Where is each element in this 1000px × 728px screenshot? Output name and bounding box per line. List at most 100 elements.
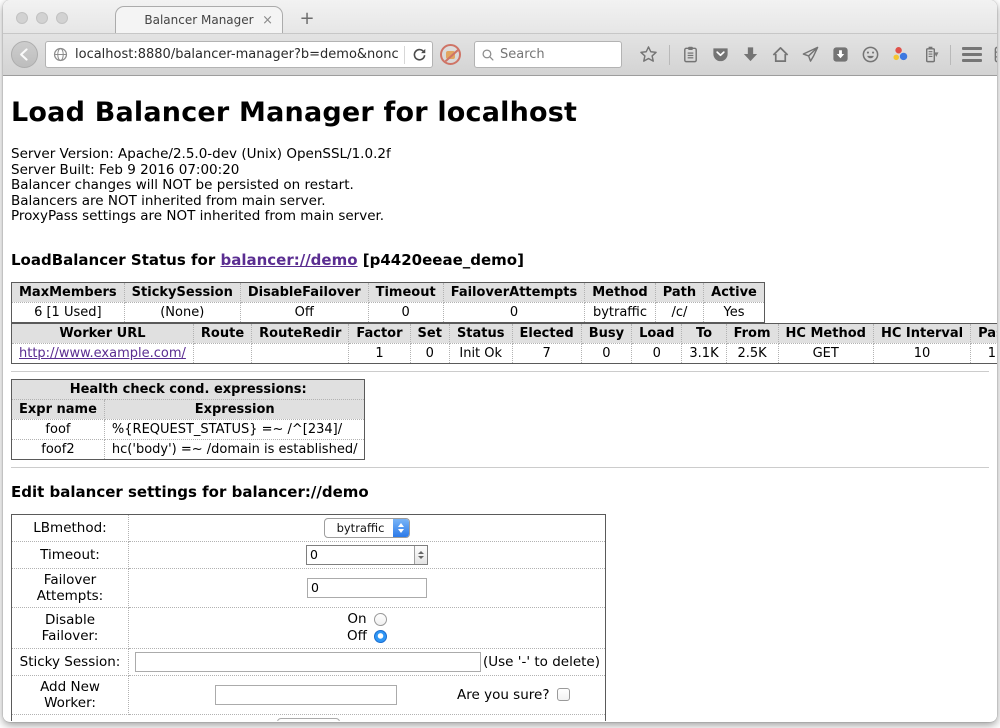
radio-on-label: On: [347, 611, 366, 627]
cell-path: /c/: [655, 302, 703, 322]
menu-hamburger-icon[interactable]: [962, 47, 982, 62]
balancer-settings-form: LBmethod: bytraffic Timeout:: [11, 514, 606, 721]
cell-expr-name: foof: [12, 419, 105, 439]
battery-extension-button[interactable]: ▾: [921, 45, 939, 64]
col-load: Load: [632, 323, 682, 343]
search-bar[interactable]: [474, 41, 622, 68]
col-expr-name: Expr name: [12, 399, 105, 419]
submit-cell: Submit: [12, 714, 606, 721]
col-elected: Elected: [512, 323, 581, 343]
lbmethod-selected-value: bytraffic: [325, 521, 394, 535]
divider: [11, 371, 989, 372]
lbmethod-select[interactable]: bytraffic: [324, 518, 411, 538]
health-table-title-row: Health check cond. expressions:: [12, 379, 365, 399]
col-hc-interval: HC Interval: [873, 323, 970, 343]
extension-download-box-icon[interactable]: [831, 45, 850, 64]
cell-active: Yes: [704, 302, 765, 322]
cell-maxmembers: 6 [1 Used]: [12, 302, 125, 322]
cell-expression: hc('body') =~ /domain is established/: [104, 439, 365, 459]
status-heading-prefix: LoadBalancer Status for: [11, 251, 220, 269]
status-heading-suffix: [p4420eeae_demo]: [358, 251, 524, 269]
cell-disablefailover: Off: [240, 302, 368, 322]
col-factor: Factor: [349, 323, 410, 343]
cell-hc-interval: 10: [873, 343, 970, 363]
cell-method: bytraffic: [585, 302, 655, 322]
tab-balancer-manager[interactable]: Balancer Manager ×: [115, 6, 283, 33]
col-route: Route: [193, 323, 251, 343]
timeout-stepper[interactable]: [306, 545, 428, 565]
balancer-demo-link[interactable]: balancer://demo: [220, 251, 357, 269]
disable-failover-on-radio[interactable]: [374, 613, 387, 626]
disable-failover-row: Disable Failover: On Off: [12, 607, 606, 648]
divider: [11, 467, 989, 468]
col-to: To: [682, 323, 726, 343]
cell-from: 2.5K: [726, 343, 778, 363]
downloads-icon[interactable]: [741, 45, 760, 64]
zoom-window-button[interactable]: [56, 12, 68, 24]
col-timeout: Timeout: [368, 282, 443, 302]
disable-failover-label: Disable Failover:: [12, 607, 129, 648]
new-tab-button[interactable]: +: [295, 8, 319, 29]
failover-attempts-cell: [129, 568, 606, 607]
col-from: From: [726, 323, 778, 343]
col-hc-method: HC Method: [778, 323, 873, 343]
tile-grid-extension-icon[interactable]: [993, 45, 997, 64]
cell-passes: 1 (0): [971, 343, 997, 363]
timeout-row: Timeout:: [12, 541, 606, 568]
col-stickysession: StickySession: [124, 282, 240, 302]
colored-dots-extension-icon[interactable]: [891, 45, 910, 64]
table-header-row: MaxMembers StickySession DisableFailover…: [12, 282, 765, 302]
reading-list-icon[interactable]: [681, 45, 700, 64]
toolbar-separator: [669, 45, 670, 65]
worker-url-link[interactable]: http://www.example.com/: [19, 346, 186, 361]
urlbar-separator: [404, 46, 405, 64]
sticky-session-note: (Use '-' to delete): [483, 654, 601, 670]
confirm-checkbox[interactable]: [557, 688, 570, 701]
lbmethod-row: LBmethod: bytraffic: [12, 514, 606, 541]
sticky-session-input[interactable]: [135, 652, 481, 672]
col-method: Method: [585, 282, 655, 302]
add-worker-input[interactable]: [215, 685, 397, 705]
home-icon[interactable]: [771, 45, 790, 64]
failover-attempts-input[interactable]: [307, 578, 427, 598]
search-icon: [481, 48, 495, 62]
select-stepper-icon: [393, 518, 409, 538]
col-disablefailover: DisableFailover: [240, 282, 368, 302]
search-input[interactable]: [500, 47, 615, 62]
feedback-smiley-icon[interactable]: [861, 45, 880, 64]
col-path: Path: [655, 282, 703, 302]
sticky-session-cell: (Use '-' to delete): [129, 648, 606, 675]
close-window-button[interactable]: [16, 12, 28, 24]
url-input[interactable]: [75, 47, 398, 62]
edit-settings-heading: Edit balancer settings for balancer://de…: [11, 483, 989, 501]
health-check-table: Health check cond. expressions: Expr nam…: [11, 379, 365, 460]
back-button[interactable]: [11, 41, 38, 68]
timeout-input[interactable]: [307, 546, 414, 564]
radio-on-line: On: [133, 611, 601, 628]
col-worker-url: Worker URL: [12, 323, 194, 343]
worker-row: http://www.example.com/ 1 0 Init Ok 7 0 …: [12, 343, 998, 363]
col-active: Active: [704, 282, 765, 302]
tab-bar: Balancer Manager × +: [3, 0, 997, 33]
cell-expr-name: foof2: [12, 439, 105, 459]
disable-failover-off-radio[interactable]: [374, 630, 387, 643]
bookmark-star-icon[interactable]: [639, 45, 658, 64]
pocket-icon[interactable]: [711, 45, 730, 64]
close-tab-icon[interactable]: ×: [262, 14, 273, 27]
number-spinner-icon[interactable]: [414, 546, 427, 564]
timeout-cell: [129, 541, 606, 568]
browser-window: Balancer Manager × +: [3, 0, 997, 722]
server-version-line: Server Version: Apache/2.5.0-dev (Unix) …: [11, 147, 989, 163]
failover-attempts-row: Failover Attempts:: [12, 568, 606, 607]
url-bar[interactable]: [45, 41, 433, 68]
send-share-icon[interactable]: [801, 45, 820, 64]
reload-icon[interactable]: [411, 46, 428, 63]
add-worker-label: Add New Worker:: [12, 675, 129, 714]
submit-button[interactable]: Submit: [277, 718, 340, 721]
toolbar-separator: [950, 45, 951, 65]
sticky-session-row: Sticky Session: (Use '-' to delete): [12, 648, 606, 675]
content-blocked-icon[interactable]: [440, 44, 461, 65]
cell-load: 0: [632, 343, 682, 363]
minimize-window-button[interactable]: [36, 12, 48, 24]
cell-busy: 0: [581, 343, 631, 363]
